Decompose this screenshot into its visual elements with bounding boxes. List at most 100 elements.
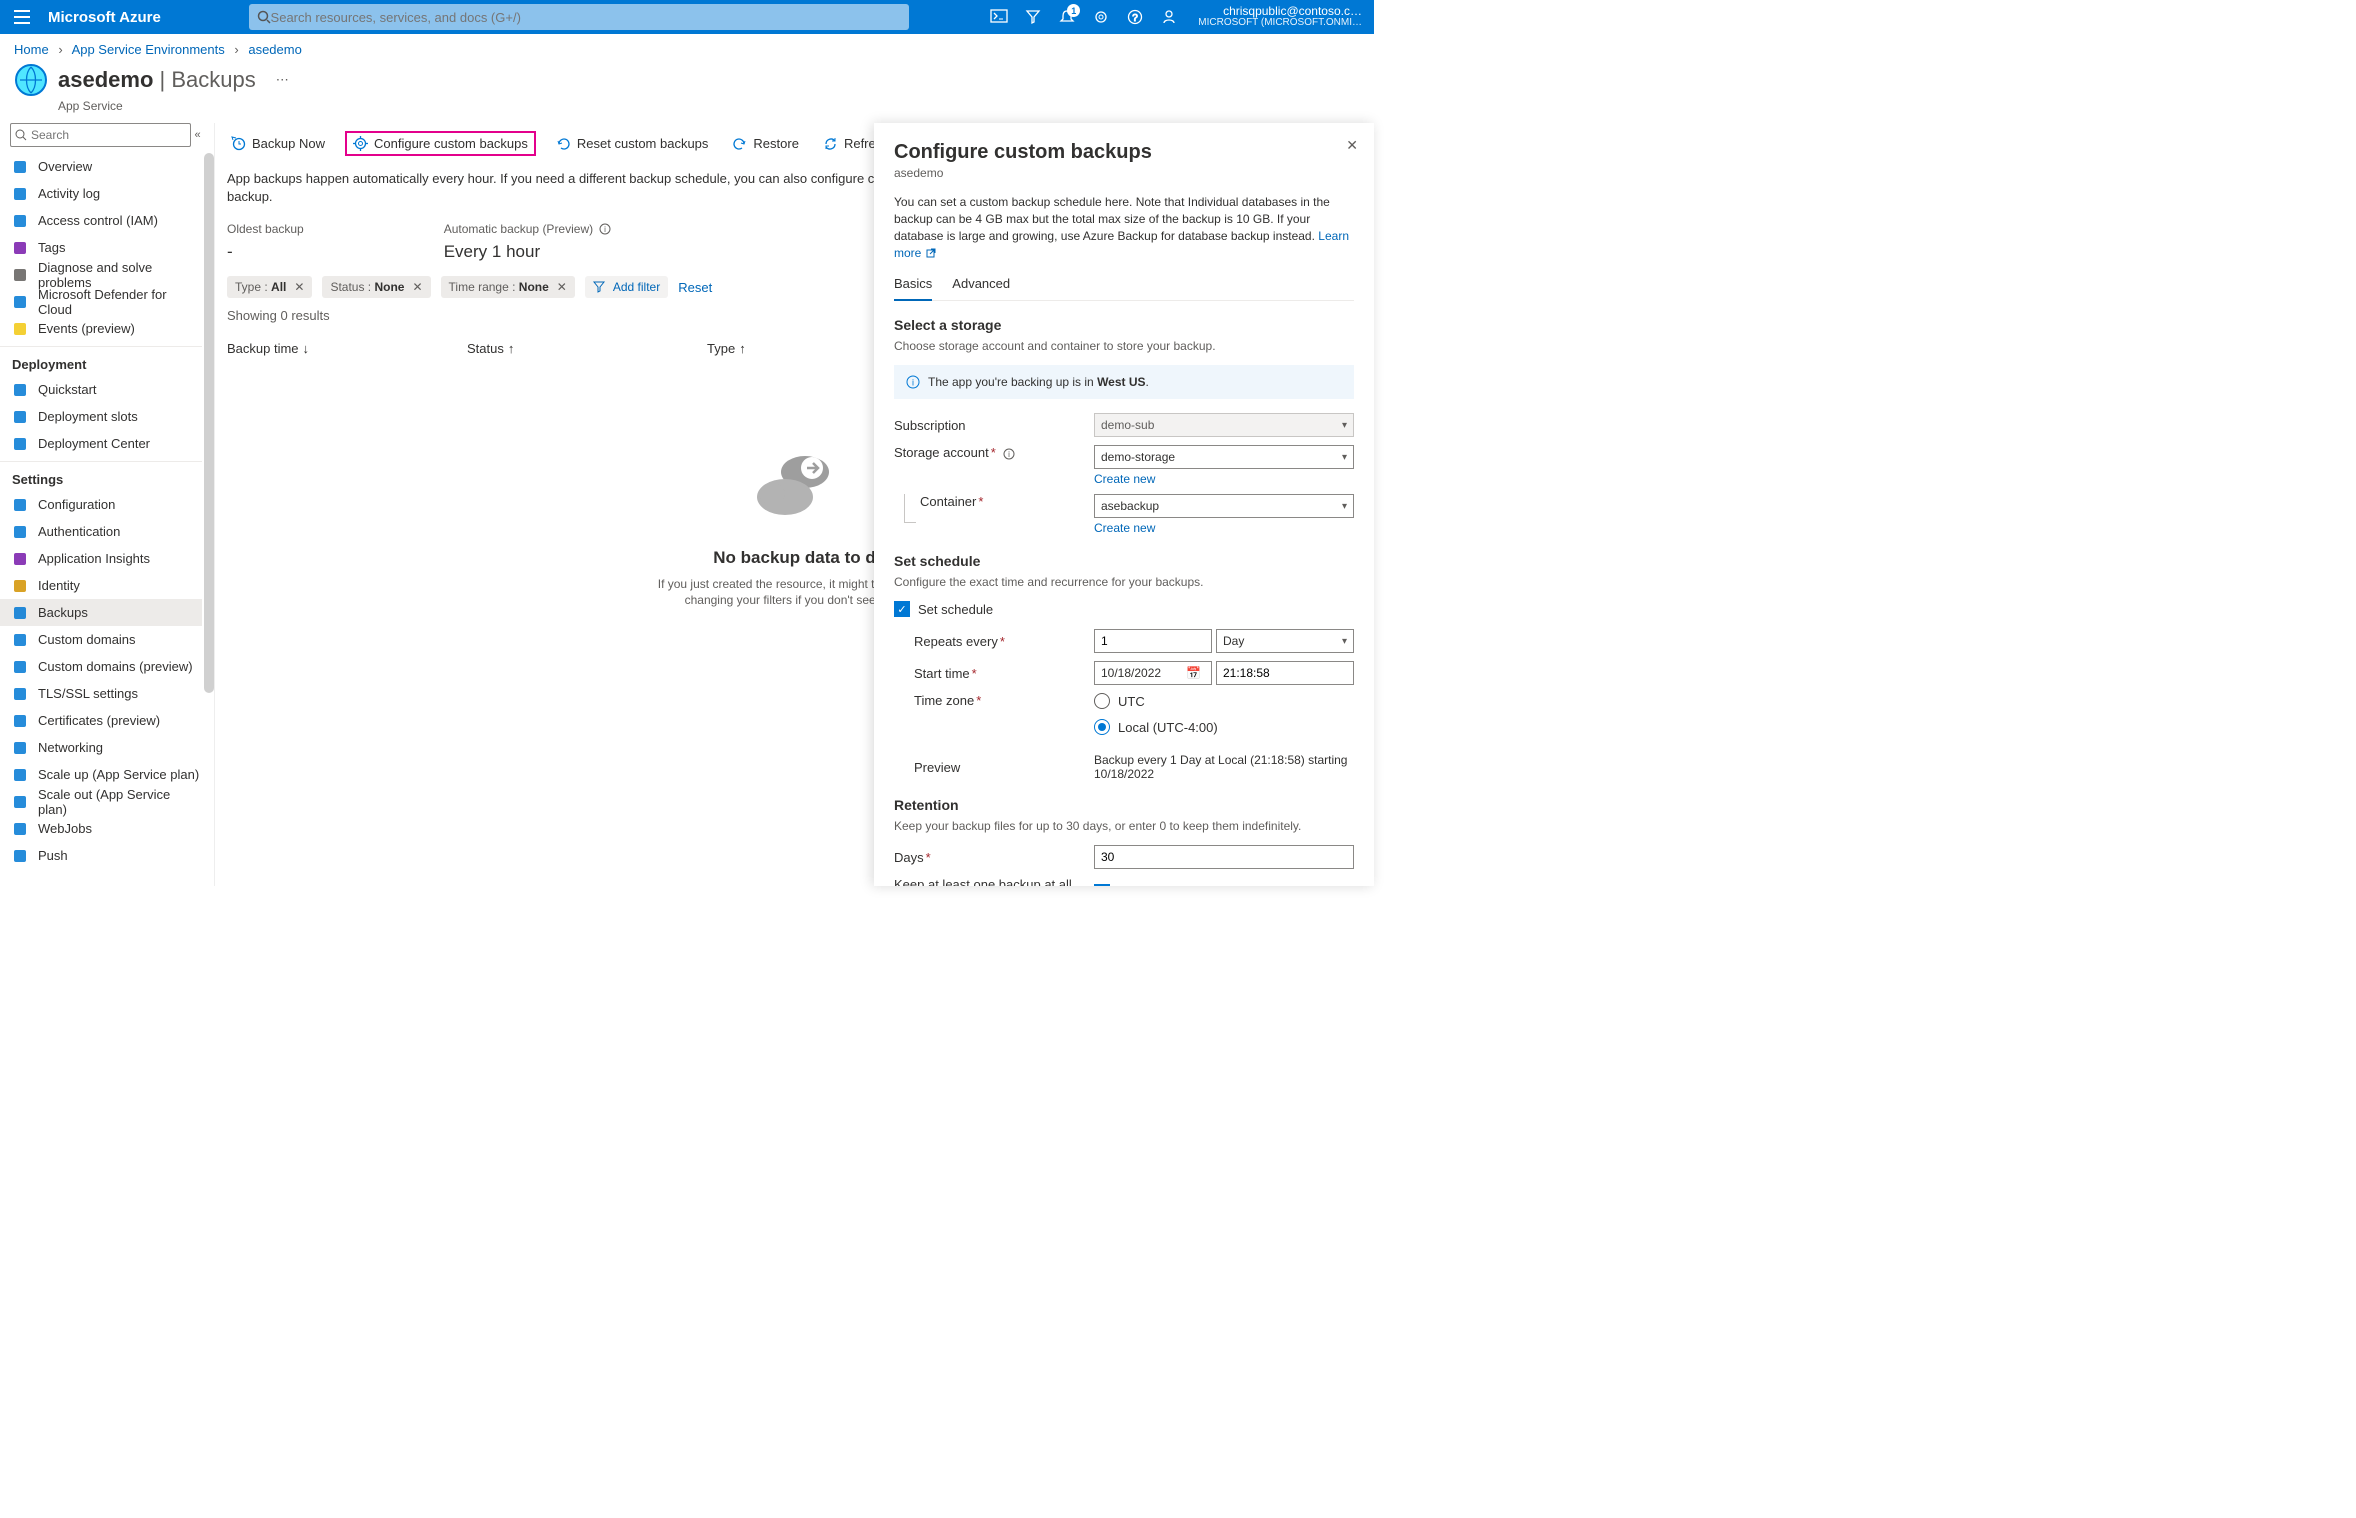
rocket-icon [12, 382, 28, 398]
feedback-icon[interactable] [1152, 0, 1186, 34]
sidebar-item-label: Custom domains (preview) [38, 659, 193, 674]
close-icon[interactable]: ✕ [412, 280, 422, 294]
search-icon [15, 129, 27, 141]
filter-icon [593, 281, 605, 293]
create-new-container-link[interactable]: Create new [1094, 521, 1155, 535]
sidebar-item-diagnose-and-solve-problems[interactable]: Diagnose and solve problems [0, 261, 202, 288]
reset-filters-link[interactable]: Reset [678, 280, 712, 295]
sidebar-item-identity[interactable]: Identity [0, 572, 202, 599]
backup-now-button[interactable]: Backup Now [227, 134, 329, 153]
notifications-icon[interactable]: 1 [1050, 0, 1084, 34]
cloud-shell-icon[interactable] [982, 0, 1016, 34]
sidebar-item-scale-up-app-service-plan-[interactable]: Scale up (App Service plan) [0, 761, 202, 788]
keep-one-checkbox[interactable]: ✓ [1094, 884, 1110, 886]
configure-custom-backups-button[interactable]: Configure custom backups [345, 131, 536, 156]
sidebar-item-label: Microsoft Defender for Cloud [38, 287, 202, 317]
tab-basics[interactable]: Basics [894, 276, 932, 301]
sidebar-search[interactable] [10, 123, 191, 147]
tz-local-radio[interactable] [1094, 719, 1110, 735]
sidebar-item-configuration[interactable]: Configuration [0, 491, 202, 518]
tz-utc-radio[interactable] [1094, 693, 1110, 709]
tab-advanced[interactable]: Advanced [952, 276, 1010, 300]
repeats-unit-select[interactable]: Day▾ [1216, 629, 1354, 653]
sidebar-item-access-control-iam-[interactable]: Access control (IAM) [0, 207, 202, 234]
col-type[interactable]: Type ↑ [707, 341, 827, 356]
settings-icon[interactable] [1084, 0, 1118, 34]
restore-button[interactable]: Restore [728, 134, 803, 153]
storage-header: Select a storage [894, 317, 1354, 333]
repeats-value-input[interactable] [1094, 629, 1212, 653]
sidebar-item-events-preview-[interactable]: Events (preview) [0, 315, 202, 342]
breadcrumb-ase[interactable]: App Service Environments [72, 42, 225, 57]
sidebar-item-tls-ssl-settings[interactable]: TLS/SSL settings [0, 680, 202, 707]
col-status[interactable]: Status ↑ [467, 341, 707, 356]
close-icon[interactable]: ✕ [294, 280, 304, 294]
repeats-label: Repeats every* [914, 634, 1094, 649]
sidebar-item-tags[interactable]: Tags [0, 234, 202, 261]
sidebar-item-push[interactable]: Push [0, 842, 202, 869]
close-panel-button[interactable]: ✕ [1346, 137, 1358, 154]
sidebar-item-microsoft-defender-for-cloud[interactable]: Microsoft Defender for Cloud [0, 288, 202, 315]
bulb-icon [12, 551, 28, 567]
sidebar-item-webjobs[interactable]: WebJobs [0, 815, 202, 842]
sidebar-item-scale-out-app-service-plan-[interactable]: Scale out (App Service plan) [0, 788, 202, 815]
scaleup-icon [12, 767, 28, 783]
global-search-input[interactable] [271, 10, 901, 25]
retention-help: Keep your backup files for up to 30 days… [894, 819, 1354, 833]
info-icon[interactable]: i [599, 223, 611, 235]
sidebar-item-label: Quickstart [38, 382, 97, 397]
filter-type[interactable]: Type : All ✕ [227, 276, 312, 298]
clock-arrow-icon [231, 136, 246, 151]
breadcrumb-home[interactable]: Home [14, 42, 49, 57]
sidebar-item-custom-domains[interactable]: Custom domains [0, 626, 202, 653]
days-input[interactable] [1094, 845, 1354, 869]
sidebar-item-certificates-preview-[interactable]: Certificates (preview) [0, 707, 202, 734]
sidebar-item-networking[interactable]: Networking [0, 734, 202, 761]
sidebar-item-backups[interactable]: Backups [0, 599, 202, 626]
empty-title: No backup data to d [713, 548, 875, 568]
sidebar-item-deployment-slots[interactable]: Deployment slots [0, 403, 202, 430]
sidebar-search-input[interactable] [27, 128, 186, 142]
start-date-input[interactable]: 10/18/2022📅 [1094, 661, 1212, 685]
sidebar-item-label: WebJobs [38, 821, 92, 836]
filter-status[interactable]: Status : None ✕ [322, 276, 430, 298]
sidebar-item-label: Identity [38, 578, 80, 593]
set-schedule-checkbox[interactable]: ✓ [894, 601, 910, 617]
calendar-icon[interactable]: 📅 [1182, 666, 1205, 680]
sidebar-item-authentication[interactable]: Authentication [0, 518, 202, 545]
filter-icon[interactable] [1016, 0, 1050, 34]
info-icon[interactable]: i [1003, 448, 1015, 460]
container-select[interactable]: asebackup▾ [1094, 494, 1354, 518]
menu-button[interactable] [0, 10, 44, 24]
close-icon[interactable]: ✕ [557, 280, 567, 294]
sidebar-item-activity-log[interactable]: Activity log [0, 180, 202, 207]
panel-note: You can set a custom backup schedule her… [894, 194, 1354, 262]
collapse-sidebar-button[interactable]: « [191, 129, 204, 141]
info-icon: i [906, 375, 920, 389]
help-icon[interactable]: ? [1118, 0, 1152, 34]
add-filter-button[interactable]: Add filter [585, 276, 668, 298]
start-time-input[interactable] [1216, 661, 1354, 685]
sidebar-item-custom-domains-preview-[interactable]: Custom domains (preview) [0, 653, 202, 680]
filter-timerange[interactable]: Time range : None ✕ [441, 276, 575, 298]
svg-text:i: i [604, 225, 606, 234]
sidebar-item-quickstart[interactable]: Quickstart [0, 376, 202, 403]
subscription-select[interactable]: demo-sub▾ [1094, 413, 1354, 437]
storage-account-select[interactable]: demo-storage▾ [1094, 445, 1354, 469]
col-backup-time[interactable]: Backup time ↓ [227, 341, 467, 356]
sidebar-scrollbar[interactable] [204, 153, 214, 693]
account-menu[interactable]: chrisqpublic@contoso.c… MICROSOFT (MICRO… [1186, 5, 1374, 29]
schedule-header: Set schedule [894, 553, 1354, 569]
sidebar-item-deployment-center[interactable]: Deployment Center [0, 430, 202, 457]
sidebar-item-label: Events (preview) [38, 321, 135, 336]
more-actions-button[interactable]: ⋯ [266, 72, 289, 88]
reset-custom-backups-button[interactable]: Reset custom backups [552, 134, 713, 153]
restore-icon [732, 136, 747, 151]
global-search[interactable] [249, 4, 909, 30]
sidebar-item-application-insights[interactable]: Application Insights [0, 545, 202, 572]
retention-header: Retention [894, 797, 1354, 813]
breadcrumb-resource[interactable]: asedemo [248, 42, 301, 57]
create-new-storage-link[interactable]: Create new [1094, 472, 1155, 486]
sidebar-item-overview[interactable]: Overview [0, 153, 202, 180]
schedule-help: Configure the exact time and recurrence … [894, 575, 1354, 589]
